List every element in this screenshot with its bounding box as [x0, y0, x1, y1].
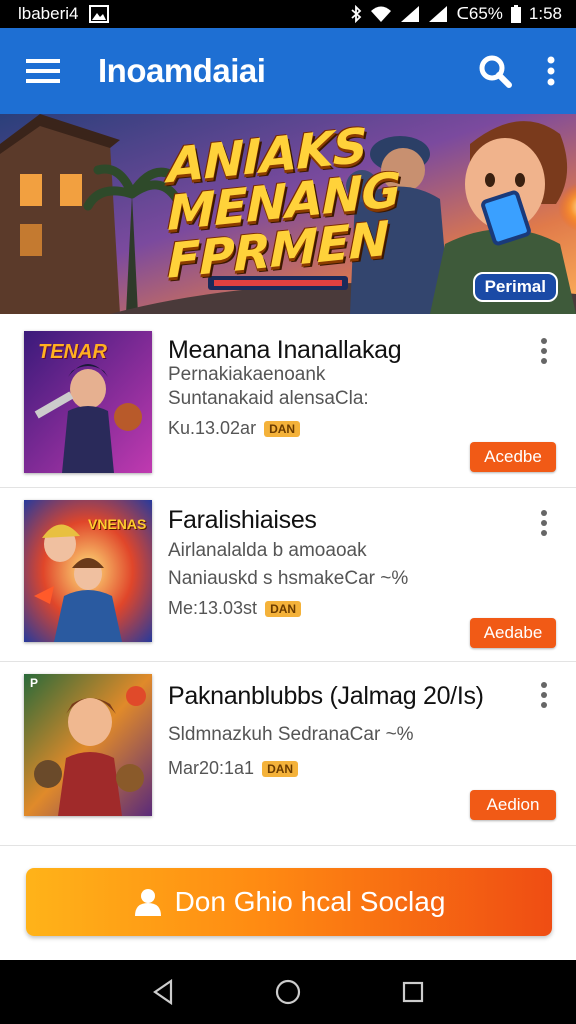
item-badge: DAN: [262, 760, 299, 777]
list-item[interactable]: VNENAS Faralishiaises Airlanalalda b amo…: [0, 488, 576, 662]
status-bar: lbaberi4 ᑕ65% 1:58: [0, 0, 576, 28]
wifi-icon: [370, 5, 392, 23]
item-title: Paknanblubbs (Jalmag 20/Is): [168, 682, 484, 710]
item-badge: DAN: [265, 600, 302, 617]
menu-icon[interactable]: [26, 58, 60, 84]
item-meta: Mar20:1a1 DAN: [168, 758, 299, 779]
game-thumbnail[interactable]: VNENAS: [24, 500, 152, 642]
item-title: Meanana Inanallakag: [168, 336, 402, 364]
item-title: Faralishiaises: [168, 506, 317, 534]
promo-banner[interactable]: ANIAKS MENANG FPRMEN Perimal: [0, 114, 576, 314]
item-more-icon[interactable]: [534, 336, 554, 366]
battery-percent: ᑕ65%: [456, 4, 503, 23]
photo-notification-icon: [88, 5, 109, 23]
item-badge: DAN: [264, 420, 301, 437]
item-subtitle: Pernakiakaenoank: [168, 364, 326, 385]
search-icon[interactable]: [478, 54, 512, 88]
thumbnail-label: P: [30, 676, 39, 690]
item-action-button[interactable]: Acedbe: [470, 442, 556, 472]
game-list: TENAR Meanana Inanallakag Pernakiakaenoa…: [0, 314, 576, 846]
cta-label: Don Ghio hcal Soclag: [174, 886, 446, 917]
item-meta: Ku.13.02ar DAN: [168, 418, 301, 439]
item-action-button[interactable]: Aedion: [470, 790, 556, 820]
game-thumbnail[interactable]: P: [24, 674, 152, 816]
bluetooth-icon: [350, 5, 362, 23]
item-subtitle: Suntanakaid alensaCla:: [168, 388, 369, 409]
item-meta: Me:13.03st DAN: [168, 598, 302, 619]
recents-icon[interactable]: [393, 972, 433, 1012]
cta-button[interactable]: Don Ghio hcal Soclag: [26, 868, 552, 936]
system-nav-bar: [0, 960, 576, 1024]
banner-badge-button[interactable]: Perimal: [472, 272, 558, 302]
item-date: Me:13.03st: [168, 598, 258, 618]
item-more-icon[interactable]: [534, 508, 554, 538]
item-subtitle: Sldmnazkuh SedranaCar ~%: [168, 724, 414, 745]
thumbnail-label: VNENAS: [88, 516, 147, 532]
carrier-label: lbaberi4: [18, 4, 79, 23]
thumbnail-label: TENAR: [38, 341, 107, 363]
more-vert-icon[interactable]: [546, 56, 556, 86]
list-item[interactable]: P Paknanblubbs (Jalmag 20/Is) Sldmnazkuh…: [0, 662, 576, 846]
item-action-button[interactable]: Aedabe: [470, 618, 556, 648]
item-date: Mar20:1a1: [168, 758, 255, 778]
item-date: Ku.13.02ar: [168, 418, 257, 438]
banner-headline: ANIAKS MENANG FPRMEN: [167, 118, 400, 290]
list-item[interactable]: TENAR Meanana Inanallakag Pernakiakaenoa…: [0, 314, 576, 488]
app-bar: Inoamdaiai: [0, 28, 576, 114]
home-icon[interactable]: [268, 972, 308, 1012]
item-more-icon[interactable]: [534, 680, 554, 710]
signal-icon-2: [428, 5, 448, 23]
app-title: Inoamdaiai: [98, 52, 266, 89]
signal-icon: [400, 5, 420, 23]
back-icon[interactable]: [143, 972, 183, 1012]
clock: 1:58: [528, 4, 562, 23]
item-subtitle: Airlanalalda b amoaoak: [168, 540, 367, 561]
battery-icon: [510, 5, 521, 23]
game-thumbnail[interactable]: TENAR: [24, 331, 152, 473]
item-subtitle: Naniauskd s hsmakeCar ~%: [168, 568, 409, 589]
person-icon: [133, 887, 163, 917]
